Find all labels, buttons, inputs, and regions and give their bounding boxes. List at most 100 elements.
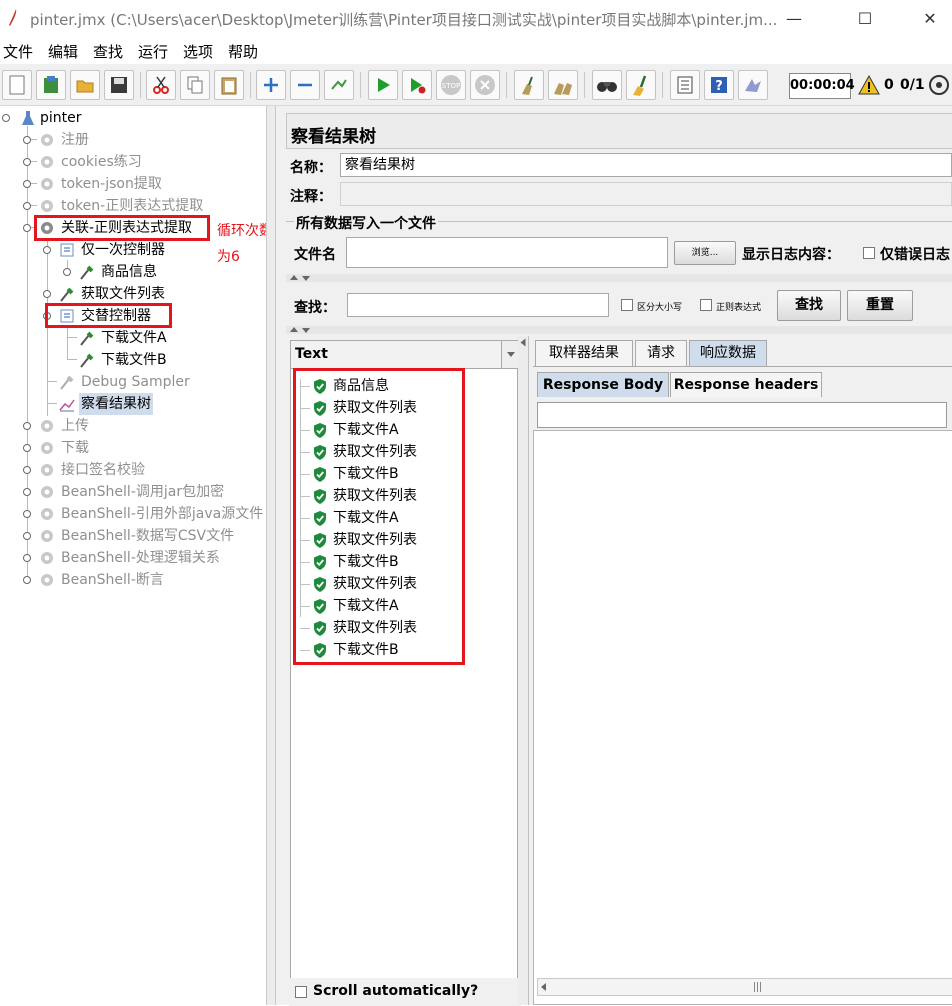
- paste-button[interactable]: [214, 70, 244, 100]
- http-sampler-pipette-icon: [80, 265, 94, 280]
- toggle-button[interactable]: [324, 70, 354, 100]
- play-no-pause-icon: [411, 78, 426, 94]
- comment-label: 注释：: [290, 189, 332, 205]
- thread-group-gear-icon: [41, 464, 53, 476]
- save-icon: [111, 77, 127, 93]
- subtab-response-headers[interactable]: Response headers: [670, 372, 822, 397]
- menu-help[interactable]: 帮助: [228, 41, 258, 62]
- horizontal-splitter-top[interactable]: [286, 274, 952, 282]
- start-button[interactable]: [368, 70, 398, 100]
- regex-checkbox[interactable]: [700, 299, 712, 311]
- thread-group-gear-icon: [41, 420, 53, 432]
- comment-field[interactable]: [340, 182, 952, 206]
- copy-icon: [187, 76, 203, 94]
- thread-group-gear-icon: [41, 156, 53, 168]
- search-label: 查找：: [294, 300, 336, 316]
- response-horizontal-scrollbar[interactable]: [537, 978, 952, 996]
- name-label: 名称：: [290, 160, 332, 176]
- play-icon: [378, 78, 390, 92]
- svg-text:STOP: STOP: [442, 82, 460, 90]
- minimize-button[interactable]: —: [774, 6, 814, 32]
- warning-icon[interactable]: [858, 75, 880, 95]
- copy-button[interactable]: [180, 70, 210, 100]
- menu-options[interactable]: 选项: [183, 41, 213, 62]
- thread-group-gear-icon: [41, 508, 53, 520]
- shutdown-icon: [475, 75, 495, 95]
- loop-count-annotation: 循环次数: [217, 223, 273, 239]
- window-title: pinter.jmx (C:\Users\acer\Desktop\Jmeter…: [30, 11, 778, 29]
- horizontal-splitter-bottom[interactable]: [286, 326, 952, 334]
- menu-file[interactable]: 文件: [3, 41, 33, 62]
- view-results-tree-panel: 察看结果树 名称： 察看结果树 注释： 所有数据写入一个文件 文件名 浏览...…: [276, 106, 952, 1006]
- loop-count-annotation-line2: 为6: [217, 249, 240, 265]
- open-folder-icon: [76, 80, 94, 93]
- thread-group-gear-icon: [41, 552, 53, 564]
- start-no-pauses-button[interactable]: [402, 70, 432, 100]
- response-body-area[interactable]: [533, 430, 952, 1005]
- close-button[interactable]: ✕: [910, 6, 950, 32]
- log-content-label: 显示日志内容：: [742, 247, 840, 263]
- help-icon: ?: [711, 77, 727, 94]
- toolbar: STOP ? 00:00:04 0 0/1: [0, 64, 952, 106]
- subtab-response-body[interactable]: Response Body: [537, 372, 669, 397]
- broom-icon: [522, 76, 533, 95]
- thread-group-gear-icon: [41, 530, 53, 542]
- new-button[interactable]: [2, 70, 32, 100]
- filename-field[interactable]: [346, 237, 668, 268]
- vertical-splitter[interactable]: [266, 106, 276, 1005]
- thread-group-gear-icon: [41, 442, 53, 454]
- reset-button[interactable]: 重置: [847, 290, 913, 321]
- thread-group-gear-icon: [41, 200, 53, 212]
- expand-all-button[interactable]: [256, 70, 286, 100]
- tab-response-data[interactable]: 响应数据: [689, 340, 767, 366]
- thread-group-gear-icon: [41, 574, 53, 586]
- highlight-box-results: [293, 368, 465, 665]
- errors-only-checkbox[interactable]: [863, 247, 875, 259]
- svg-text:?: ?: [715, 79, 723, 94]
- menu-bar: 文件 编辑 查找 运行 选项 帮助: [0, 38, 952, 64]
- file-section-title: 所有数据写入一个文件: [294, 213, 438, 233]
- renderer-select[interactable]: Text: [291, 341, 519, 369]
- browse-button[interactable]: 浏览...: [674, 241, 736, 265]
- clear-all-button[interactable]: [548, 70, 578, 100]
- jmeter-feather-icon: [9, 9, 17, 26]
- debug-sampler-pipette-icon: [60, 375, 74, 390]
- search-input[interactable]: [347, 293, 609, 317]
- result-splitter[interactable]: [518, 336, 528, 1005]
- remote-button[interactable]: [738, 70, 768, 100]
- minus-icon: [298, 83, 312, 87]
- name-field[interactable]: 察看结果树: [340, 153, 952, 177]
- regex-label: 正则表达式: [716, 303, 762, 313]
- response-search-field[interactable]: [537, 402, 947, 428]
- menu-edit[interactable]: 编辑: [48, 41, 78, 62]
- reset-search-button[interactable]: [626, 70, 656, 100]
- collapse-all-button[interactable]: [290, 70, 320, 100]
- cut-button[interactable]: [146, 70, 176, 100]
- shutdown-button[interactable]: [470, 70, 500, 100]
- menu-search[interactable]: 查找: [93, 41, 123, 62]
- tab-sampler-result[interactable]: 取样器结果: [535, 340, 633, 366]
- binoculars-icon: [597, 82, 617, 92]
- templates-button[interactable]: [36, 70, 66, 100]
- controller-icon: [60, 243, 74, 257]
- warning-count: 0: [884, 77, 894, 93]
- find-button[interactable]: 查找: [777, 290, 841, 321]
- list-icon: [677, 76, 693, 94]
- listener-chart-icon: [59, 399, 75, 412]
- scroll-auto-checkbox[interactable]: [295, 986, 307, 998]
- thread-group-gear-icon: [41, 134, 53, 146]
- function-helper-button[interactable]: [670, 70, 700, 100]
- stop-button[interactable]: STOP: [436, 70, 466, 100]
- tab-request[interactable]: 请求: [635, 340, 687, 366]
- menu-run[interactable]: 运行: [138, 41, 168, 62]
- new-file-icon: [9, 75, 25, 95]
- clear-button[interactable]: [514, 70, 544, 100]
- open-button[interactable]: [70, 70, 100, 100]
- search-button[interactable]: [592, 70, 622, 100]
- maximize-button[interactable]: ☐: [845, 6, 885, 32]
- help-button[interactable]: ?: [704, 70, 734, 100]
- title-bar: pinter.jmx (C:\Users\acer\Desktop\Jmeter…: [0, 0, 952, 38]
- case-sensitive-checkbox[interactable]: [621, 299, 633, 311]
- save-button[interactable]: [104, 70, 134, 100]
- toggle-icon: [331, 79, 347, 90]
